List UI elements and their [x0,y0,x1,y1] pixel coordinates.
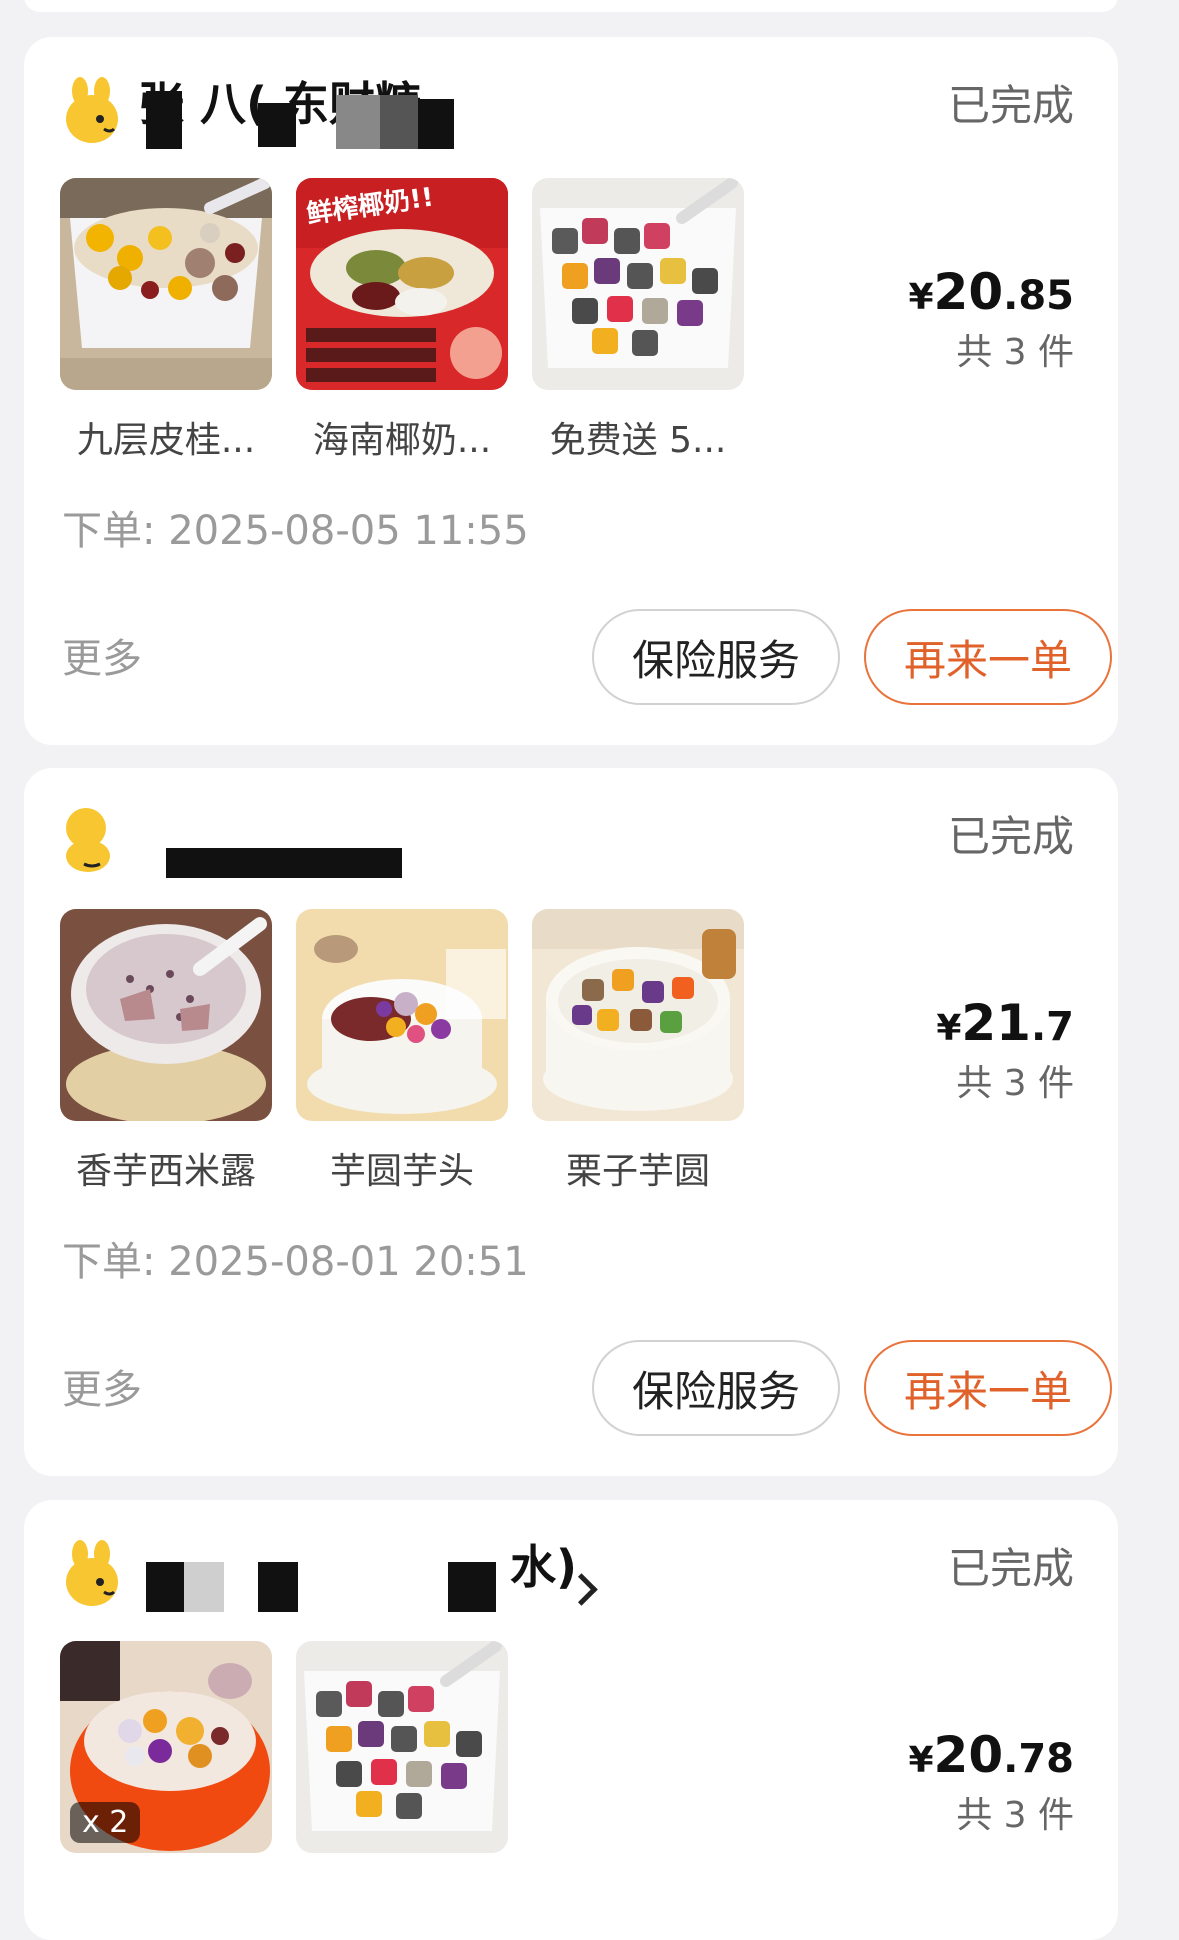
price-integer: 20 [933,263,1004,321]
redaction-block [380,95,418,149]
redaction-block [258,103,296,147]
price-decimal: .78 [1003,1736,1074,1782]
reorder-button[interactable]: 再来一单 [864,1340,1112,1436]
taro-balls-bowl-image[interactable] [296,1641,508,1853]
order-status: 已完成 [947,81,1074,130]
price-integer: 20 [933,1726,1004,1784]
redaction-block [336,95,380,149]
order-status: 已完成 [947,1544,1074,1593]
order-status: 已完成 [947,812,1074,861]
more-link[interactable]: 更多 [62,639,142,679]
chestnut-taro-image[interactable] [532,909,744,1121]
redaction-block [184,1562,224,1612]
quantity-badge: x 2 [70,1802,141,1843]
order-time: 下单: 2025-08-01 20:51 [62,1239,529,1285]
redaction-block [146,1562,184,1612]
order-card[interactable]: 水) 已完成 x 2 ¥20.78 共 3 件 [24,1500,1118,1940]
order-price: ¥21.7 [936,998,1074,1048]
insurance-service-button[interactable]: 保险服务 [592,609,840,705]
redaction-block [448,1562,496,1612]
order-card[interactable]: 张 八( 东财糖 已完成 九层皮桂... 鲜榨椰奶!! [24,37,1118,745]
item-name: 栗子芋圆 [565,1151,710,1192]
reorder-button[interactable]: 再来一单 [864,609,1112,705]
redaction-block [146,91,182,149]
order-price: ¥20.85 [908,267,1074,317]
currency-symbol: ¥ [908,277,934,318]
dessert-bowl-sago-image[interactable] [60,178,272,390]
redaction-block [166,848,402,878]
currency-symbol: ¥ [908,1740,934,1781]
order-time: 下单: 2025-08-05 11:55 [62,508,529,554]
item-name: 海南椰奶... [312,420,492,461]
taro-sago-image[interactable] [60,909,272,1121]
order-price: ¥20.78 [908,1730,1074,1780]
previous-order-card-edge [24,0,1118,12]
coconut-milk-promo-image[interactable]: 鲜榨椰奶!! [296,178,508,390]
order-card[interactable]: 已完成 香芋西米露 芋圆芋头 栗子芋圆 ¥21.7 共 3 件 下单: 2025… [24,768,1118,1476]
shop-logo-icon [64,77,120,143]
item-count: 共 3 件 [956,1795,1074,1836]
price-decimal: .7 [1030,1004,1074,1050]
item-name: 免费送 5... [549,420,727,461]
item-count: 共 3 件 [956,1063,1074,1104]
taro-balls-bowl-image[interactable] [532,178,744,390]
item-name: 芋圆芋头 [329,1151,474,1192]
redaction-block [418,99,454,149]
item-name: 香芋西米露 [75,1151,256,1192]
currency-symbol: ¥ [936,1008,962,1049]
price-integer: 21 [961,994,1031,1052]
more-link[interactable]: 更多 [62,1370,142,1410]
orange-bowl-dessert-image[interactable]: x 2 [60,1641,272,1853]
shop-logo-icon [64,1540,120,1606]
taro-balls-redbean-image[interactable] [296,909,508,1121]
item-count: 共 3 件 [956,332,1074,373]
insurance-service-button[interactable]: 保险服务 [592,1340,840,1436]
shop-logo-icon [64,808,120,874]
redaction-block [258,1562,298,1612]
price-decimal: .85 [1003,273,1074,319]
shop-name-visible: 水) [510,1540,578,1594]
item-name: 九层皮桂... [76,420,256,461]
